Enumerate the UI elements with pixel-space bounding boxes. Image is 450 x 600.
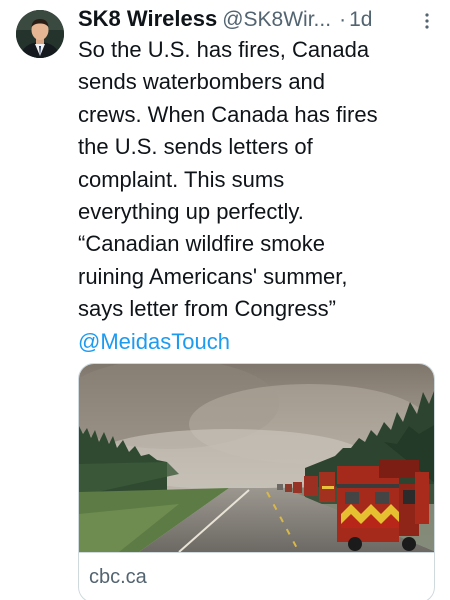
- tweet-text: So the U.S. has fires, Canada sends wate…: [78, 34, 438, 358]
- card-domain[interactable]: cbc.ca: [89, 566, 147, 589]
- tweet-text-line: So the U.S. has fires, Canada: [78, 37, 370, 62]
- author-handle[interactable]: @SK8Wir...: [222, 8, 331, 32]
- tweet[interactable]: SK8 Wireless @SK8Wir... · 1d So the U.S.…: [0, 0, 450, 600]
- profile-photo: [16, 10, 64, 58]
- tweet-header: SK8 Wireless @SK8Wir... · 1d: [78, 6, 438, 32]
- tweet-text-line: complaint. This sums: [78, 166, 285, 192]
- author-display-name[interactable]: SK8 Wireless: [78, 6, 217, 32]
- tweet-text-line: says letter from Congress”: [78, 296, 336, 322]
- tweet-text-line: crews. When Canada has fires: [78, 101, 378, 127]
- mention-link[interactable]: @MeidasTouch: [78, 326, 438, 358]
- more-vertical-icon: [425, 13, 429, 29]
- tweet-text-line: sends waterbombers and: [78, 69, 326, 95]
- card-divider: [79, 552, 434, 553]
- avatar[interactable]: [16, 10, 64, 58]
- card-image[interactable]: [79, 364, 435, 552]
- more-options-button[interactable]: [418, 10, 436, 32]
- timestamp[interactable]: 1d: [349, 8, 372, 32]
- link-card[interactable]: cbc.ca: [78, 363, 435, 600]
- tweet-text-line: ruining Americans' summer,: [78, 263, 348, 289]
- tweet-text-line: “Canadian wildfire smoke: [78, 231, 325, 257]
- header-separator: ·: [339, 8, 347, 31]
- tweet-text-line: the U.S. sends letters of: [78, 134, 313, 160]
- tweet-text-line: everything up perfectly.: [78, 199, 304, 225]
